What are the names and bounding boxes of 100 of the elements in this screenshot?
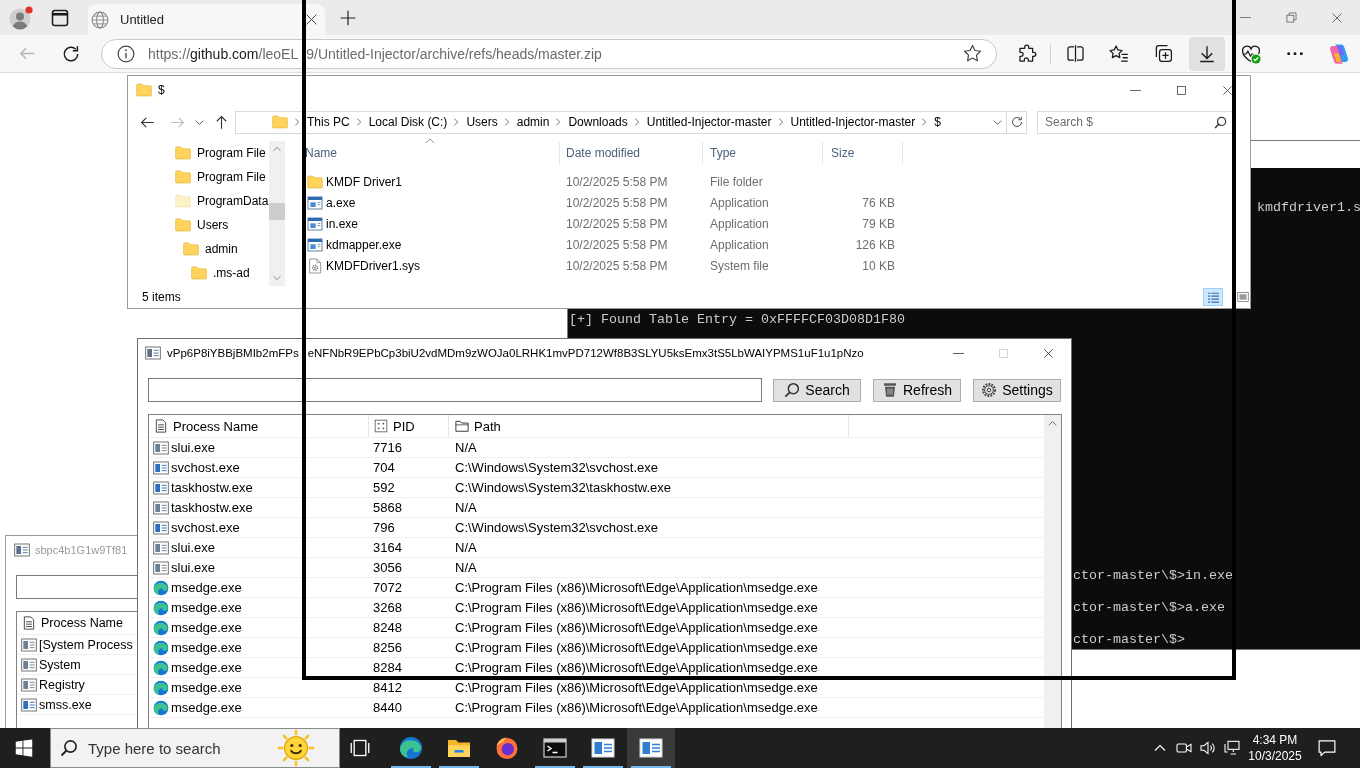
breadcrumb-item[interactable]: Users <box>466 115 498 129</box>
maximize-icon <box>998 347 1009 359</box>
wave-logo-icon <box>153 579 169 596</box>
refresh-button[interactable]: Refresh <box>873 378 961 402</box>
info-icon[interactable] <box>117 44 135 63</box>
breadcrumb-item[interactable]: $ <box>934 115 941 129</box>
process-name[interactable]: msedge.exe <box>149 658 369 677</box>
search-button[interactable]: Search <box>773 378 861 402</box>
profile-avatar-icon[interactable] <box>9 5 33 30</box>
column-header[interactable]: Path <box>449 415 849 437</box>
process-name[interactable]: slui.exe <box>149 538 369 557</box>
taskbar-app-button[interactable] <box>627 728 675 768</box>
breadcrumb-item[interactable]: Downloads <box>568 115 628 129</box>
column-header[interactable]: Process Name <box>149 415 369 437</box>
date-modified: 10/2/2025 5:58 PM <box>565 216 669 231</box>
column-header[interactable]: Size <box>823 142 903 164</box>
clock-time[interactable]: 4:34 PM <box>1252 732 1298 748</box>
address-bar[interactable]: This PC Local Disk (C:) Users admin Downloads Untitled-Injector-master Untitled-Injector-master $ <box>235 110 1007 134</box>
view-button[interactable] <box>1203 288 1223 306</box>
column-header[interactable]: Name <box>297 142 560 164</box>
breadcrumb-item[interactable]: Untitled-Injector-master <box>646 115 772 129</box>
refresh-button[interactable] <box>1007 110 1027 134</box>
folder-tree-item[interactable]: Program File <box>128 141 269 165</box>
process-name[interactable]: msedge.exe <box>149 578 369 597</box>
file-type: Application <box>709 195 770 210</box>
process-id: 7716 <box>372 439 403 457</box>
settings-button[interactable]: Settings <box>973 378 1061 402</box>
program-window-icon <box>153 499 169 516</box>
process-path: C:\Program Files (x86)\Microsoft\Edge\Application\msedge.exe <box>454 619 819 637</box>
folder-tree-item[interactable]: admin <box>128 237 269 261</box>
process-name[interactable]: taskhostw.exe <box>149 498 369 517</box>
chevron-up-icon <box>1154 742 1166 754</box>
chevron-down-icon[interactable] <box>993 117 1002 127</box>
process-name[interactable]: smss.exe <box>17 695 92 714</box>
address-field[interactable]: https://github.com/leoEL 9/Untitled-Injector/archive/refs/heads/master.zip <box>101 38 997 69</box>
window-app-icon <box>639 736 663 760</box>
smiling-sun-icon[interactable] <box>277 729 315 767</box>
file-name[interactable]: kdmapper.exe <box>297 236 560 253</box>
breadcrumb-item[interactable]: Local Disk (C:) <box>368 115 448 129</box>
program-window-icon <box>153 559 169 576</box>
url-text[interactable]: https://github.com/leoEL <box>148 45 299 62</box>
search-input[interactable] <box>16 575 137 599</box>
file-name[interactable]: KMDF Driver1 <box>297 173 560 190</box>
process-path: N/A <box>454 559 478 577</box>
file-type: Application <box>709 237 770 252</box>
breadcrumb-item[interactable]: Untitled-Injector-master <box>790 115 916 129</box>
process-name[interactable]: svchost.exe <box>149 458 369 477</box>
file-name[interactable]: in.exe <box>297 215 560 232</box>
speaker-icon <box>1200 740 1216 756</box>
program-window-icon <box>153 439 169 456</box>
breadcrumb-item[interactable]: admin <box>516 115 550 129</box>
process-name[interactable]: msedge.exe <box>149 698 369 717</box>
column-header[interactable]: Type <box>703 142 823 164</box>
process-name[interactable]: svchost.exe <box>149 518 369 537</box>
process-name[interactable]: msedge.exe <box>149 598 369 617</box>
column-header[interactable]: PID <box>369 415 449 437</box>
scrollbar[interactable] <box>1044 415 1061 728</box>
column-header[interactable]: Process Name <box>17 612 137 634</box>
search-input[interactable] <box>148 378 762 402</box>
process-name[interactable]: msedge.exe <box>149 678 369 697</box>
star-list-icon <box>1109 43 1129 64</box>
process-path: C:\Program Files (x86)\Microsoft\Edge\Application\msedge.exe <box>454 679 819 697</box>
process-id: 8412 <box>372 679 403 697</box>
close-icon[interactable] <box>305 13 318 26</box>
wave-logo-icon <box>153 659 169 676</box>
process-path: N/A <box>454 499 478 517</box>
process-path: N/A <box>454 539 478 557</box>
console-line: ctor-master\$> <box>1073 632 1185 648</box>
date-modified: 10/2/2025 5:58 PM <box>565 195 669 210</box>
scrollbar[interactable] <box>269 141 285 286</box>
downloads-button[interactable] <box>1189 36 1225 71</box>
process-name[interactable]: Registry <box>17 675 85 694</box>
program-window-icon <box>153 459 169 476</box>
breadcrumb-item[interactable]: This PC <box>307 115 350 129</box>
chevron-down-icon <box>273 274 281 282</box>
url-text[interactable]: 9/Untitled-Injector/archive/refs/heads/master.zip <box>306 45 602 62</box>
star-icon[interactable] <box>963 44 982 63</box>
process-name[interactable]: taskhostw.exe <box>149 478 369 497</box>
wave-logo-icon <box>153 639 169 656</box>
process-id: 796 <box>372 519 396 537</box>
clock-date[interactable]: 10/3/2025 <box>1248 748 1302 764</box>
folder-tree-item[interactable]: .ms-ad <box>128 261 269 285</box>
window-square-icon[interactable] <box>51 8 69 27</box>
process-name[interactable]: msedge.exe <box>149 638 369 657</box>
process-name[interactable]: System <box>17 655 81 674</box>
folder-tree-item[interactable]: Users <box>128 213 269 237</box>
file-name[interactable]: a.exe <box>297 194 560 211</box>
process-name[interactable]: slui.exe <box>149 558 369 577</box>
browser-tab[interactable]: Untitled <box>88 4 325 35</box>
scrollbar-thumb[interactable] <box>269 203 285 220</box>
process-name[interactable]: slui.exe <box>149 438 369 457</box>
folder-icon <box>307 173 323 190</box>
process-name[interactable]: msedge.exe <box>149 618 369 637</box>
search-field[interactable]: Type here to search <box>50 728 340 768</box>
minimize-icon <box>1239 17 1251 18</box>
folder-tree-item[interactable]: Program File <box>128 165 269 189</box>
column-header[interactable]: Date modified <box>560 142 703 164</box>
process-name[interactable]: [System Process <box>17 635 133 654</box>
folder-tree-item[interactable]: ProgramData <box>128 189 269 213</box>
file-name[interactable]: KMDFDriver1.sys <box>297 257 560 274</box>
